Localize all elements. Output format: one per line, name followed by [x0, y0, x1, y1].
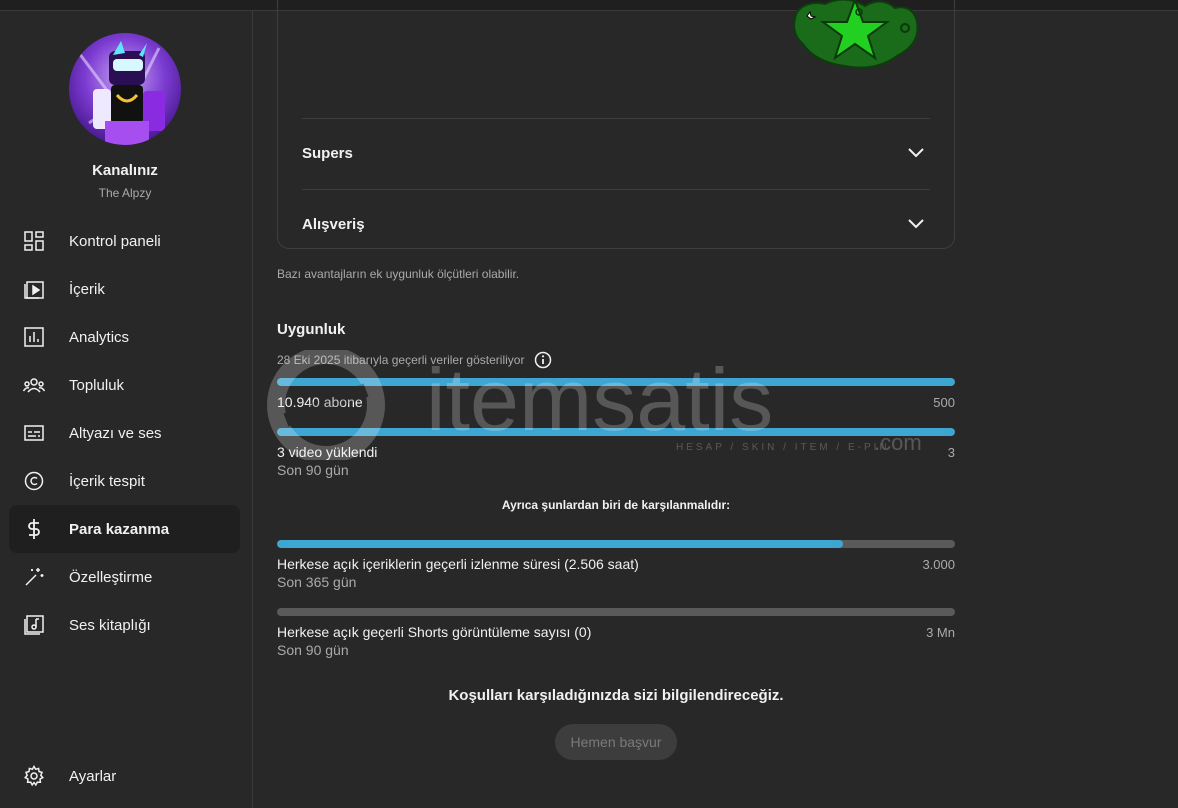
sidebar-item-audio-library[interactable]: Ses kitaplığı	[9, 601, 240, 649]
sidebar-item-monetization[interactable]: Para kazanma	[9, 505, 240, 553]
sidebar-item-subtitles[interactable]: Altyazı ve ses	[9, 409, 240, 457]
sidebar-item-label: Kontrol paneli	[69, 232, 161, 250]
shorts-views-progress-bar	[277, 608, 955, 616]
channel-name: The Alpzy	[98, 186, 152, 200]
content-icon	[22, 277, 46, 301]
videos-period: Son 90 gün	[277, 462, 349, 478]
sidebar-item-content-detection[interactable]: İçerik tespit	[9, 457, 240, 505]
subscribers-target: 500	[933, 395, 955, 410]
sidebar-item-analytics[interactable]: Analytics	[9, 313, 240, 361]
analytics-icon	[22, 325, 46, 349]
divider	[302, 118, 930, 119]
eligibility-date-line: 28 Eki 2025 itibarıyla geçerli veriler g…	[277, 351, 552, 369]
sidebar-item-label: İçerik	[69, 280, 105, 298]
sidebar-item-community[interactable]: Topluluk	[9, 361, 240, 409]
sidebar-nav: Kontrol paneli İçerik Analytics Topluluk…	[9, 217, 240, 649]
dashboard-icon	[22, 229, 46, 253]
watch-time-label: Herkese açık içeriklerin geçerli izlenme…	[277, 556, 639, 572]
apply-now-button[interactable]: Hemen başvur	[555, 724, 677, 760]
progress-fill	[277, 540, 844, 548]
shorts-views-target: 3 Mn	[926, 625, 955, 640]
sidebar-item-label: Ses kitaplığı	[69, 616, 151, 634]
subtitles-icon	[22, 421, 46, 445]
sidebar-item-settings[interactable]: Ayarlar	[9, 752, 240, 800]
sidebar-item-label: Özelleştirme	[69, 568, 153, 586]
sidebar-item-label: Topluluk	[69, 376, 125, 394]
main-content: Supers Alışveriş Bazı avantajların ek uy…	[253, 0, 1178, 808]
notify-text: Koşulları karşıladığınızda sizi bilgilen…	[448, 687, 784, 704]
progress-fill	[277, 428, 955, 436]
copyright-icon	[22, 469, 46, 493]
eligibility-title: Uygunluk	[277, 321, 346, 338]
videos-target: 3	[947, 445, 955, 460]
date-line-text: 28 Eki 2025 itibarıyla geçerli veriler g…	[277, 353, 525, 367]
avatar[interactable]	[69, 33, 181, 145]
sidebar-item-content[interactable]: İçerik	[9, 265, 240, 313]
benefit-illustration	[793, 0, 919, 69]
watch-time-period: Son 365 gün	[277, 574, 357, 590]
shorts-views-label: Herkese açık geçerli Shorts görüntüleme …	[277, 624, 592, 640]
dollar-icon	[22, 517, 46, 541]
sidebar: Kanalınız The Alpzy Kontrol paneli İçeri…	[0, 11, 253, 808]
watch-time-target: 3.000	[922, 557, 955, 572]
chevron-down-icon[interactable]	[908, 219, 924, 229]
shorts-views-period: Son 90 gün	[277, 642, 349, 658]
sidebar-item-label: Ayarlar	[69, 767, 117, 785]
community-icon	[22, 373, 46, 397]
also-required-text: Ayrıca şunlardan biri de karşılanmalıdır…	[501, 498, 731, 512]
sidebar-item-dashboard[interactable]: Kontrol paneli	[9, 217, 240, 265]
watch-time-progress-bar	[277, 540, 955, 548]
divider	[302, 189, 930, 190]
accordion-supers-label[interactable]: Supers	[302, 145, 353, 162]
sidebar-item-label: İçerik tespit	[69, 472, 145, 490]
magic-wand-icon	[22, 565, 46, 589]
sidebar-item-label: Altyazı ve ses	[69, 424, 162, 442]
benefits-card: Supers Alışveriş	[277, 0, 955, 249]
sidebar-settings: Ayarlar	[9, 752, 240, 800]
progress-fill	[277, 378, 955, 386]
subscribers-label: 10.940 abone	[277, 394, 363, 410]
benefits-note: Bazı avantajların ek uygunluk ölçütleri …	[277, 267, 520, 281]
chevron-down-icon[interactable]	[908, 148, 924, 158]
top-bar-edge-right	[990, 0, 1178, 11]
sidebar-item-customization[interactable]: Özelleştirme	[9, 553, 240, 601]
accordion-shopping-label[interactable]: Alışveriş	[302, 216, 365, 233]
info-icon[interactable]	[534, 351, 552, 369]
videos-progress-bar	[277, 428, 955, 436]
audio-library-icon	[22, 613, 46, 637]
sidebar-item-label: Para kazanma	[69, 520, 170, 538]
videos-label: 3 video yüklendi	[277, 444, 378, 460]
sidebar-item-label: Analytics	[69, 328, 130, 346]
subscribers-progress-bar	[277, 378, 955, 386]
gear-icon	[22, 764, 46, 788]
channel-title: Kanalınız	[92, 162, 158, 179]
